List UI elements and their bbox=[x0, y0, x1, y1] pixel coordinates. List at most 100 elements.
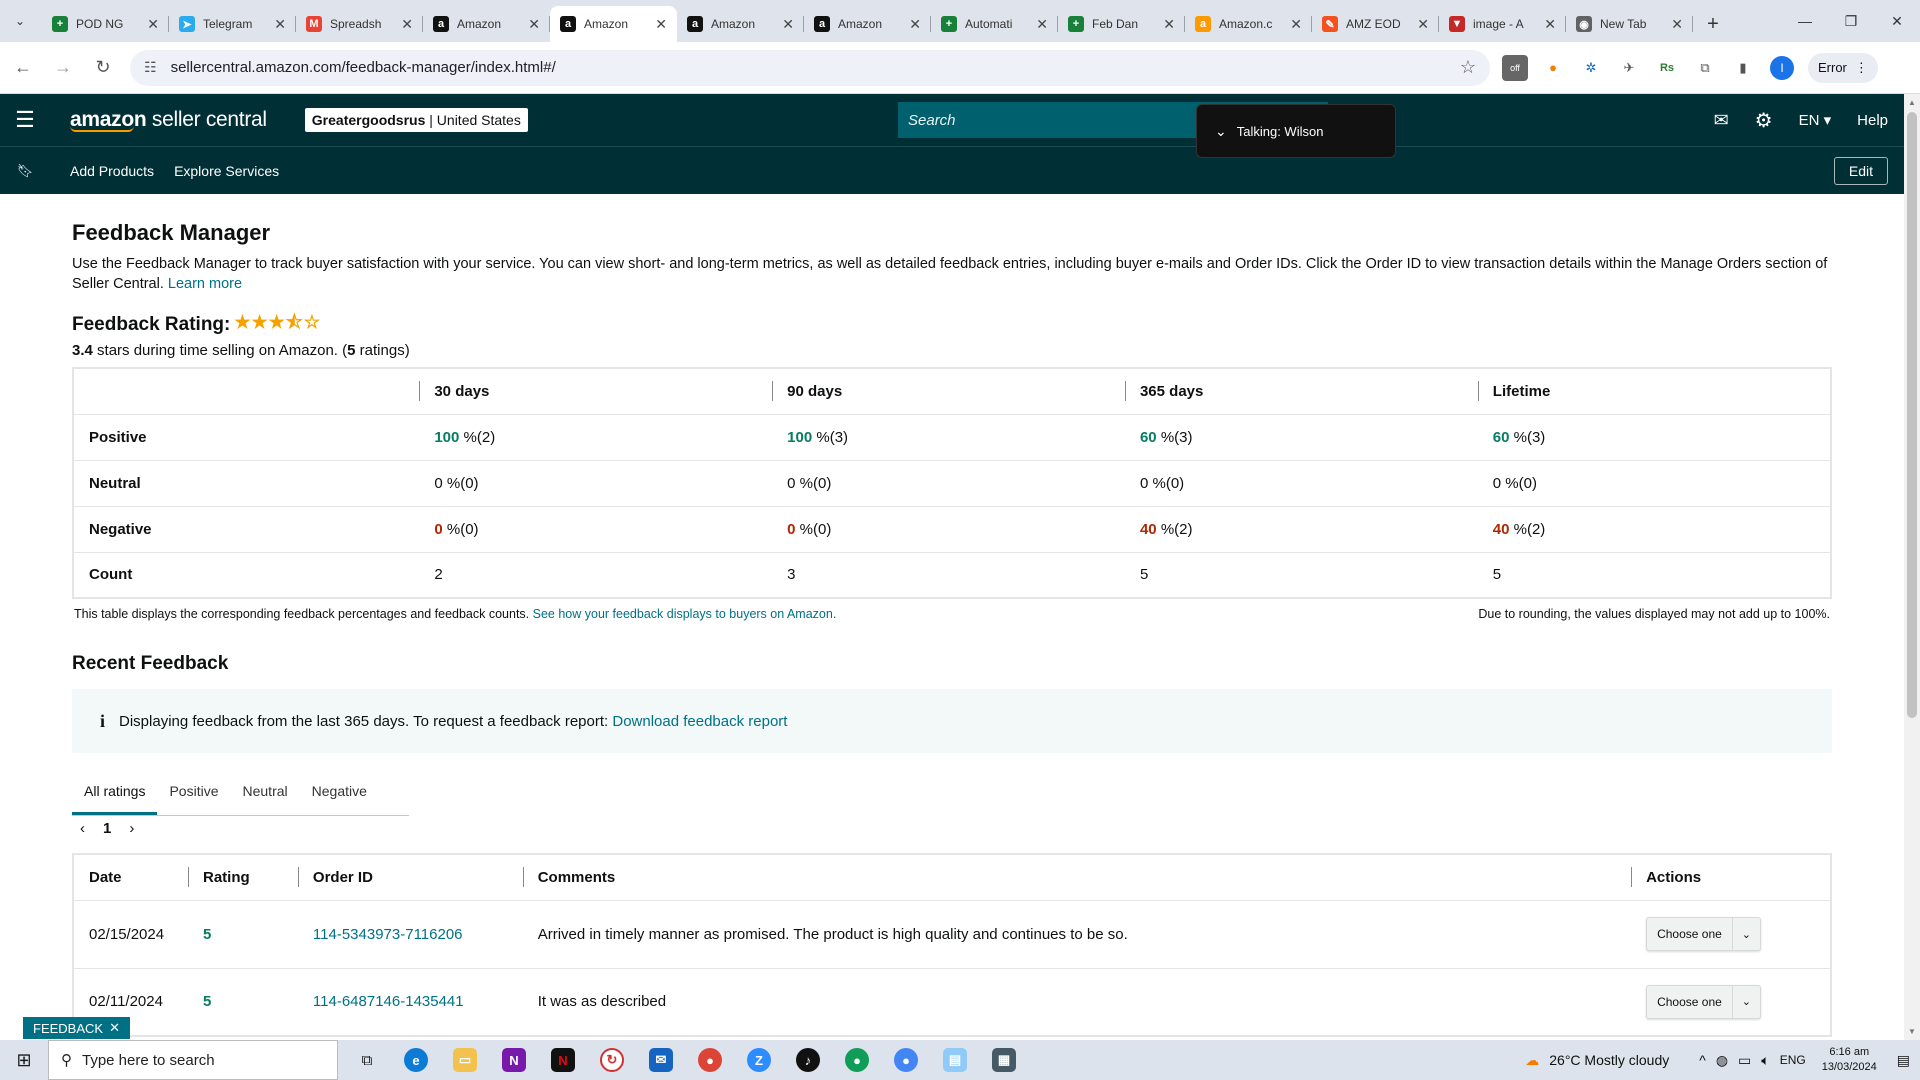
extension-plane-icon[interactable]: ✈ bbox=[1616, 55, 1642, 81]
close-icon[interactable]: ✕ bbox=[109, 1020, 120, 1036]
notepad-icon[interactable]: ▤ bbox=[935, 1040, 975, 1080]
profile-avatar[interactable]: I bbox=[1770, 55, 1794, 80]
feedback-column-header[interactable]: Date bbox=[73, 854, 188, 901]
new-tab-button[interactable]: + bbox=[1699, 10, 1727, 38]
bookmark-icon[interactable]: 🔖︎ bbox=[0, 163, 50, 179]
feedback-column-header[interactable]: Order ID bbox=[297, 854, 523, 901]
browser-tab[interactable]: a Amazon ✕ bbox=[550, 6, 677, 42]
tab-negative[interactable]: Negative bbox=[300, 769, 379, 815]
scrollbar-thumb[interactable] bbox=[1907, 112, 1917, 718]
browser-tab[interactable]: a Amazon.c ✕ bbox=[1185, 6, 1312, 42]
tab-search-button[interactable]: ⌄ bbox=[6, 7, 34, 35]
explore-services-link[interactable]: Explore Services bbox=[174, 163, 279, 179]
language-indicator[interactable]: ENG bbox=[1780, 1053, 1806, 1067]
close-tab-icon[interactable]: ✕ bbox=[1290, 16, 1302, 33]
mail-icon[interactable]: ✉ bbox=[1714, 110, 1729, 131]
tray-chevron-icon[interactable]: ^ bbox=[1699, 1052, 1706, 1068]
network-icon[interactable]: ◍ bbox=[1716, 1052, 1728, 1069]
taskbar-search-input[interactable]: ⚲ Type here to search bbox=[48, 1040, 338, 1080]
edge-icon[interactable]: e bbox=[396, 1040, 436, 1080]
add-products-link[interactable]: Add Products bbox=[70, 163, 154, 179]
close-tab-icon[interactable]: ✕ bbox=[147, 16, 159, 33]
browser-tab[interactable]: + Automati ✕ bbox=[931, 6, 1058, 42]
next-page-icon[interactable]: › bbox=[129, 820, 134, 837]
close-tab-icon[interactable]: ✕ bbox=[274, 16, 286, 33]
browser-tab[interactable]: M Spreadsh ✕ bbox=[296, 6, 423, 42]
restore-button[interactable]: ❐ bbox=[1828, 0, 1874, 42]
close-tab-icon[interactable]: ✕ bbox=[401, 16, 413, 33]
choose-action-dropdown[interactable]: Choose one ⌄ bbox=[1646, 984, 1761, 1019]
browser-tab[interactable]: ◉ New Tab ✕ bbox=[1566, 6, 1693, 42]
seller-central-logo[interactable]: amazon seller central bbox=[70, 108, 267, 132]
prev-page-icon[interactable]: ‹ bbox=[80, 820, 85, 837]
volume-icon[interactable]: 🔈︎ bbox=[1761, 1052, 1769, 1069]
current-page[interactable]: 1 bbox=[103, 820, 111, 837]
browser-tab[interactable]: ➤ Telegram ✕ bbox=[169, 6, 296, 42]
feedback-tab-button[interactable]: FEEDBACK ✕ bbox=[23, 1017, 130, 1039]
tab-positive[interactable]: Positive bbox=[157, 769, 230, 815]
tab-neutral[interactable]: Neutral bbox=[231, 769, 300, 815]
close-window-button[interactable]: ✕ bbox=[1874, 0, 1920, 42]
close-tab-icon[interactable]: ✕ bbox=[1544, 16, 1556, 33]
onenote-icon[interactable]: N bbox=[494, 1040, 534, 1080]
browser-tab[interactable]: a Amazon ✕ bbox=[677, 6, 804, 42]
extension-rs-icon[interactable]: Rs bbox=[1654, 55, 1680, 81]
notifications-icon[interactable]: ▤ bbox=[1897, 1052, 1910, 1069]
battery-icon[interactable]: ▭ bbox=[1738, 1052, 1751, 1069]
close-tab-icon[interactable]: ✕ bbox=[1417, 16, 1429, 33]
browser-tab[interactable]: ✎ AMZ EOD ✕ bbox=[1312, 6, 1439, 42]
weather-icon[interactable]: ☁ bbox=[1525, 1052, 1539, 1069]
close-tab-icon[interactable]: ✕ bbox=[528, 16, 540, 33]
file-explorer-icon[interactable]: ▭ bbox=[445, 1040, 485, 1080]
page-scrollbar[interactable]: ▲ ▼ bbox=[1904, 94, 1920, 1040]
learn-more-link[interactable]: Learn more bbox=[168, 276, 242, 292]
settings-gear-icon[interactable]: ⚙ bbox=[1755, 108, 1773, 133]
language-selector[interactable]: EN ▾ bbox=[1799, 111, 1832, 129]
extension-blue-icon[interactable]: ✲ bbox=[1578, 55, 1604, 81]
extension-off-icon[interactable]: off bbox=[1502, 54, 1528, 81]
browser-tab[interactable]: + Feb Dan ✕ bbox=[1058, 6, 1185, 42]
order-id-link[interactable]: 114-6487146-1435441 bbox=[313, 993, 464, 1010]
windows-start-icon[interactable]: ⊞ bbox=[0, 1050, 48, 1071]
address-bar[interactable]: ☷ sellercentral.amazon.com/feedback-mana… bbox=[130, 49, 1490, 86]
feedback-column-header[interactable]: Rating bbox=[187, 854, 298, 901]
chevron-down-icon[interactable]: ⌄ bbox=[1731, 985, 1760, 1018]
tab-all-ratings[interactable]: All ratings bbox=[72, 769, 158, 815]
browser-tab[interactable]: + POD NG ✕ bbox=[42, 6, 169, 42]
mail-app-icon[interactable]: ✉ bbox=[641, 1040, 681, 1080]
close-tab-icon[interactable]: ✕ bbox=[1671, 16, 1683, 33]
close-tab-icon[interactable]: ✕ bbox=[1036, 16, 1048, 33]
calculator-icon[interactable]: ▦ bbox=[984, 1040, 1024, 1080]
extension-orange-icon[interactable]: ● bbox=[1540, 55, 1566, 81]
menu-icon[interactable]: ☰ bbox=[0, 107, 50, 133]
browser-tab[interactable]: a Amazon ✕ bbox=[804, 6, 931, 42]
edit-bookmarks-button[interactable]: Edit bbox=[1833, 157, 1888, 185]
close-tab-icon[interactable]: ✕ bbox=[782, 16, 794, 33]
zoom-icon[interactable]: Z bbox=[739, 1040, 779, 1080]
error-menu-button[interactable]: Error ⋮ bbox=[1808, 52, 1878, 83]
merchant-selector[interactable]: Greatergoodsrus | United States bbox=[304, 108, 528, 132]
chrome-icon[interactable]: ● bbox=[690, 1040, 730, 1080]
side-panel-icon[interactable]: ▮ bbox=[1730, 55, 1756, 81]
extensions-puzzle-icon[interactable]: ⧉ bbox=[1692, 55, 1718, 81]
talking-indicator[interactable]: ⌄ Talking: Wilson bbox=[1196, 104, 1396, 158]
forward-button[interactable]: → bbox=[46, 51, 80, 85]
chrome-active-icon[interactable]: ● bbox=[886, 1040, 926, 1080]
back-button[interactable]: ← bbox=[6, 51, 40, 85]
site-info-icon[interactable]: ☷ bbox=[144, 59, 157, 76]
close-tab-icon[interactable]: ✕ bbox=[655, 16, 667, 33]
browser-tab[interactable]: a Amazon ✕ bbox=[423, 6, 550, 42]
chrome-profile-icon[interactable]: ● bbox=[837, 1040, 877, 1080]
close-tab-icon[interactable]: ✕ bbox=[1163, 16, 1175, 33]
weather-text[interactable]: 26°C Mostly cloudy bbox=[1549, 1052, 1669, 1068]
task-view-icon[interactable]: ⧉ bbox=[347, 1040, 387, 1080]
help-link[interactable]: Help bbox=[1857, 112, 1888, 129]
order-id-link[interactable]: 114-5343973-7116206 bbox=[313, 926, 463, 943]
choose-action-dropdown[interactable]: Choose one ⌄ bbox=[1646, 917, 1761, 951]
reload-button[interactable]: ↻ bbox=[86, 51, 120, 85]
minimize-button[interactable]: — bbox=[1782, 0, 1828, 42]
download-feedback-report-link[interactable]: Download feedback report bbox=[612, 713, 787, 730]
app-red-icon[interactable]: ↻ bbox=[592, 1040, 632, 1080]
see-feedback-display-link[interactable]: See how your feedback displays to buyers… bbox=[533, 607, 837, 621]
chevron-down-icon[interactable]: ⌄ bbox=[1731, 918, 1760, 950]
